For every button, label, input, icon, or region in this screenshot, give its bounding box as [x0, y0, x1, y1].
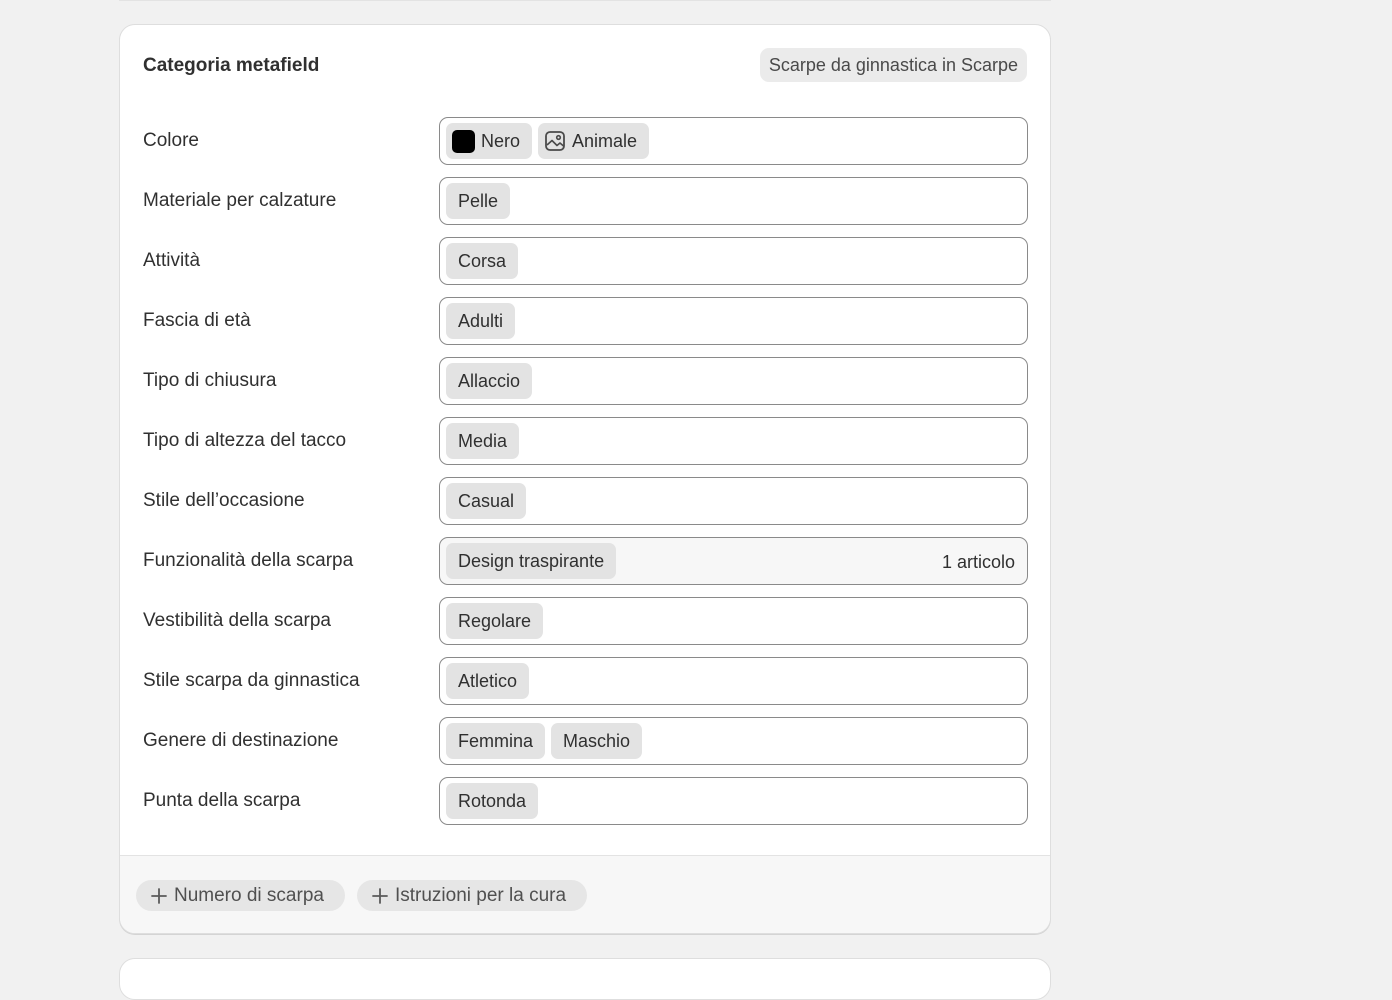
metafield-input-vestibilita[interactable]: Regolare: [439, 597, 1028, 645]
row-label: Tipo di altezza del tacco: [143, 430, 347, 451]
tag-casual[interactable]: Casual: [446, 483, 527, 519]
tag-label: Nero: [481, 131, 521, 151]
metafield-row-punta: Punta della scarpa Rotonda: [143, 777, 1029, 837]
tag-femmina[interactable]: Femmina: [446, 723, 546, 759]
metafield-row-fascia-eta: Fascia di età Adulti: [143, 297, 1029, 357]
row-label: Stile scarpa da ginnastica: [143, 670, 360, 691]
previous-card: [119, 0, 1051, 1]
metafield-input-stile-ginnastica[interactable]: Atletico: [439, 657, 1028, 705]
metafield-input-punta[interactable]: Rotonda: [439, 777, 1028, 825]
row-label: Colore: [143, 130, 199, 151]
tag-media[interactable]: Media: [446, 423, 520, 459]
metafield-row-colore: Colore Nero Animale: [143, 117, 1029, 177]
row-label: Tipo di chiusura: [143, 370, 277, 391]
metafield-row-stile-ginnastica: Stile scarpa da ginnastica Atletico: [143, 657, 1029, 717]
tag-maschio[interactable]: Maschio: [551, 723, 643, 759]
metafield-input-chiusura[interactable]: Allaccio: [439, 357, 1028, 405]
add-istruzioni-cura-button[interactable]: Istruzioni per la cura: [356, 880, 588, 911]
metafield-row-chiusura: Tipo di chiusura Allaccio: [143, 357, 1029, 417]
metafield-input-genere[interactable]: Femmina Maschio: [439, 717, 1028, 765]
item-count: 1 articolo: [941, 552, 1015, 572]
tag-pelle[interactable]: Pelle: [446, 183, 511, 219]
row-label: Fascia di età: [143, 310, 251, 331]
metafield-row-funzionalita: Funzionalità della scarpa Design traspir…: [143, 537, 1029, 597]
metafield-row-vestibilita: Vestibilità della scarpa Regolare: [143, 597, 1029, 657]
tag-rotonda[interactable]: Rotonda: [446, 783, 539, 819]
category-badge[interactable]: Scarpe da ginnastica in Scarpe: [759, 48, 1027, 82]
tag-design-traspirante[interactable]: Design traspirante: [446, 543, 617, 579]
plus-icon: [151, 887, 167, 904]
metafield-row-attivita: Attività Corsa: [143, 237, 1029, 297]
card-footer: Numero di scarpa Istruzioni per la cura: [120, 855, 1050, 933]
row-label: Vestibilità della scarpa: [143, 610, 331, 631]
metafield-input-fascia-eta[interactable]: Adulti: [439, 297, 1028, 345]
tag-allaccio[interactable]: Allaccio: [446, 363, 533, 399]
metafield-category-card: Categoria metafield Scarpe da ginnastica…: [119, 24, 1051, 934]
tag-label: Animale: [572, 131, 638, 151]
add-numero-scarpa-button[interactable]: Numero di scarpa: [136, 880, 345, 911]
metafield-row-genere: Genere di destinazione Femmina Maschio: [143, 717, 1029, 777]
tag-animale[interactable]: Animale: [538, 123, 650, 159]
metafield-input-occasione[interactable]: Casual: [439, 477, 1028, 525]
add-button-label: Numero di scarpa: [174, 884, 324, 906]
metafield-input-funzionalita[interactable]: Design traspirante 1 articolo: [439, 537, 1028, 585]
image-pattern-icon: [545, 131, 565, 151]
tag-atletico[interactable]: Atletico: [446, 663, 530, 699]
card-header: Categoria metafield Scarpe da ginnastica…: [143, 47, 1027, 83]
metafield-input-materiale[interactable]: Pelle: [439, 177, 1028, 225]
tag-corsa[interactable]: Corsa: [446, 243, 519, 279]
row-label: Stile dell’occasione: [143, 490, 305, 511]
metafield-input-altezza-tacco[interactable]: Media: [439, 417, 1028, 465]
metafield-row-materiale: Materiale per calzature Pelle: [143, 177, 1029, 237]
metafield-input-colore[interactable]: Nero Animale: [439, 117, 1028, 165]
plus-icon: [372, 887, 388, 904]
tag-adulti[interactable]: Adulti: [446, 303, 516, 339]
row-label: Funzionalità della scarpa: [143, 550, 354, 571]
row-label: Attività: [143, 250, 201, 271]
next-card: [119, 958, 1051, 1000]
metafield-rows: Colore Nero Animale Materiale per calzat…: [143, 117, 1029, 837]
metafield-row-occasione: Stile dell’occasione Casual: [143, 477, 1029, 537]
tag-regolare[interactable]: Regolare: [446, 603, 544, 639]
tag-nero[interactable]: Nero: [446, 123, 533, 159]
metafield-row-altezza-tacco: Tipo di altezza del tacco Media: [143, 417, 1029, 477]
metafield-input-attivita[interactable]: Corsa: [439, 237, 1028, 285]
row-label: Materiale per calzature: [143, 190, 337, 211]
row-label: Punta della scarpa: [143, 790, 301, 811]
color-swatch-icon: [452, 129, 475, 153]
card-title: Categoria metafield: [143, 55, 320, 76]
row-label: Genere di destinazione: [143, 730, 339, 751]
add-button-label: Istruzioni per la cura: [394, 884, 567, 906]
